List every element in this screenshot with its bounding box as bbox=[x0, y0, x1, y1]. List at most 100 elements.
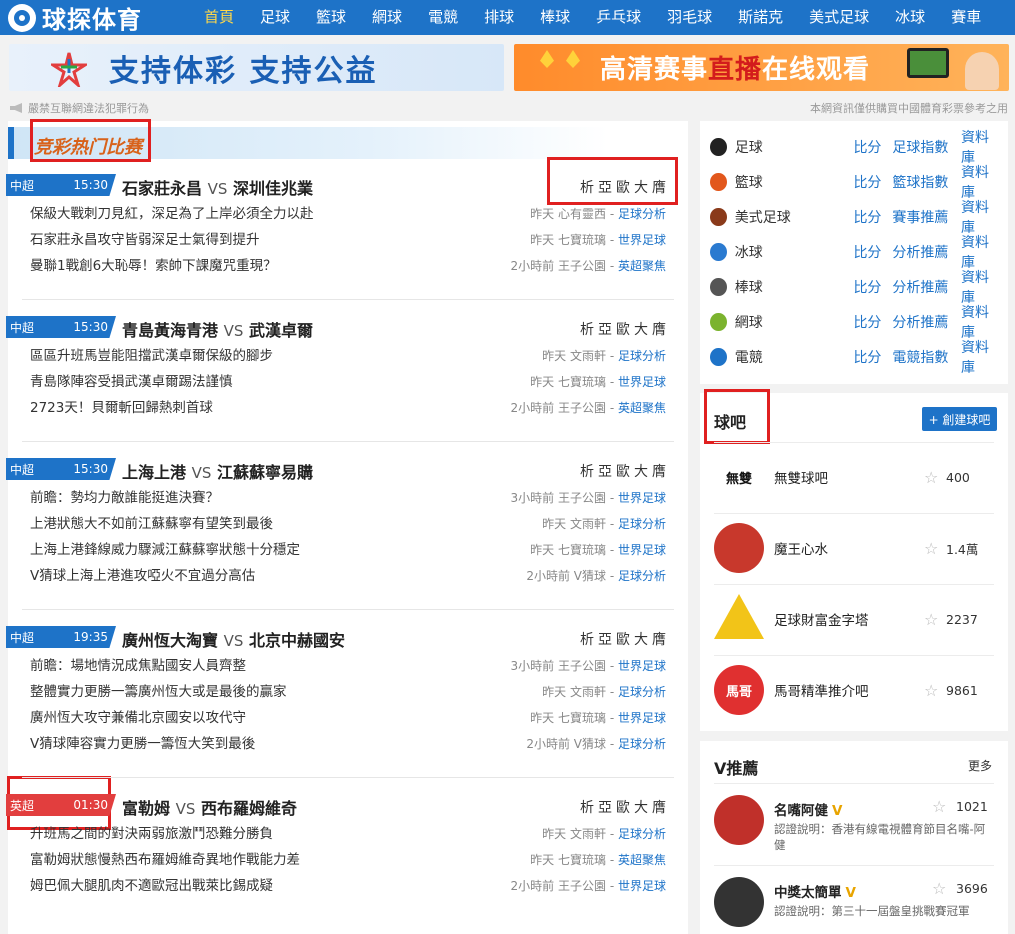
match-title[interactable]: 上海上港 VS 江蘇蘇寧易購 bbox=[122, 459, 313, 483]
ball-bar-name[interactable]: 足球財富金字塔 bbox=[774, 609, 924, 629]
match-link[interactable]: 亞 bbox=[598, 464, 612, 480]
nav-item[interactable]: 賽車 bbox=[937, 0, 993, 35]
star-icon[interactable]: ☆ bbox=[932, 797, 946, 816]
news-item[interactable]: 富勒姆狀態慢熱西布羅姆維奇異地作戰能力差 昨天 七寶琉璃 - 英超聚焦 bbox=[8, 847, 688, 873]
match-link[interactable]: 大 bbox=[634, 632, 648, 648]
match-title[interactable]: 青島黃海青港 VS 武漢卓爾 bbox=[122, 317, 313, 341]
database-link[interactable]: 資料庫 bbox=[961, 232, 1000, 272]
score-link[interactable]: 比分 bbox=[853, 347, 892, 367]
match-link[interactable]: 歐 bbox=[616, 322, 630, 338]
match-link[interactable]: 歐 bbox=[616, 800, 630, 816]
v-recommend-item[interactable]: 中獎太簡單 V ☆ 3696 認證說明：第三十一屆盤皇挑戰賽冠軍 bbox=[714, 867, 998, 934]
news-item[interactable]: 區區升班馬豈能阻擋武漢卓爾保級的腳步 昨天 文雨軒 - 足球分析 bbox=[8, 343, 688, 369]
sport-name[interactable]: 足球 bbox=[735, 137, 854, 157]
news-title[interactable]: 前瞻：勢均力敵誰能挺進決賽？ bbox=[30, 485, 219, 511]
nav-item[interactable]: 首頁 bbox=[190, 0, 246, 35]
news-category[interactable]: 足球分析 bbox=[618, 569, 666, 583]
sport-name[interactable]: 電競 bbox=[735, 347, 854, 367]
match-title[interactable]: 廣州恆大淘寶 VS 北京中赫國安 bbox=[122, 627, 345, 651]
index-link[interactable]: 分析推薦 bbox=[892, 312, 961, 332]
nav-item[interactable]: 冰球 bbox=[881, 0, 937, 35]
league-tag[interactable]: 中超 15:30 bbox=[6, 316, 116, 338]
match-link[interactable]: 析 bbox=[580, 464, 594, 480]
index-link[interactable]: 足球指數 bbox=[892, 137, 961, 157]
news-item[interactable]: 前瞻：勢均力敵誰能挺進決賽？ 3小時前 王子公園 - 世界足球 bbox=[8, 485, 688, 511]
news-category[interactable]: 世界足球 bbox=[618, 491, 666, 505]
nav-item[interactable]: 排球 bbox=[470, 0, 526, 35]
match-link[interactable]: 亞 bbox=[598, 632, 612, 648]
v-name[interactable]: 中獎太簡單 V bbox=[774, 881, 856, 901]
news-title[interactable]: 青島隊陣容受損武漢卓爾踢法謹慎 bbox=[30, 369, 233, 395]
ball-bar-item[interactable]: 魔王心水 ☆ 1.4萬 bbox=[714, 514, 998, 582]
ball-bar-name[interactable]: 馬哥精準推介吧 bbox=[774, 680, 924, 700]
nav-item[interactable]: 籃球 bbox=[302, 0, 358, 35]
news-title[interactable]: 廣州恆大攻守兼備北京國安以攻代守 bbox=[30, 705, 246, 731]
news-category[interactable]: 英超聚焦 bbox=[618, 853, 666, 867]
ball-bar-item[interactable]: 馬哥 馬哥精準推介吧 ☆ 9861 bbox=[714, 656, 998, 724]
ball-bar-item[interactable]: 足球財富金字塔 ☆ 2237 bbox=[714, 585, 998, 653]
nav-item[interactable]: 足球 bbox=[246, 0, 302, 35]
sport-name[interactable]: 美式足球 bbox=[735, 207, 854, 227]
banner-live[interactable]: 高清赛事直播在线观看 bbox=[514, 44, 1009, 91]
sport-name[interactable]: 網球 bbox=[735, 312, 854, 332]
ball-bar-name[interactable]: 魔王心水 bbox=[774, 538, 924, 558]
star-icon[interactable]: ☆ bbox=[924, 539, 946, 558]
ball-bar-name[interactable]: 無雙球吧 bbox=[774, 467, 924, 487]
database-link[interactable]: 資料庫 bbox=[961, 302, 1000, 342]
ball-bar-item[interactable]: 無雙 無雙球吧 ☆ 400 bbox=[714, 443, 998, 511]
nav-item[interactable]: 斯諾克 bbox=[724, 0, 795, 35]
score-link[interactable]: 比分 bbox=[853, 172, 892, 192]
news-item[interactable]: 保級大戰刺刀見紅，深足為了上岸必須全力以赴 昨天 心有靈西 - 足球分析 bbox=[8, 201, 688, 227]
news-item[interactable]: 上海上港鋒線威力驟減江蘇蘇寧狀態十分穩定 昨天 七寶琉璃 - 世界足球 bbox=[8, 537, 688, 563]
league-tag[interactable]: 中超 15:30 bbox=[6, 458, 116, 480]
match-link[interactable]: 亞 bbox=[598, 800, 612, 816]
news-title[interactable]: V猜球上海上港進攻啞火不宜過分高估 bbox=[30, 563, 255, 589]
news-category[interactable]: 世界足球 bbox=[618, 879, 666, 893]
match-link[interactable]: 大 bbox=[634, 464, 648, 480]
news-item[interactable]: 青島隊陣容受損武漢卓爾踢法謹慎 昨天 七寶琉璃 - 世界足球 bbox=[8, 369, 688, 395]
score-link[interactable]: 比分 bbox=[853, 137, 892, 157]
index-link[interactable]: 籃球指數 bbox=[892, 172, 961, 192]
news-item[interactable]: 石家莊永昌攻守皆弱深足士氣得到提升 昨天 七寶琉璃 - 世界足球 bbox=[8, 227, 688, 253]
index-link[interactable]: 賽事推薦 bbox=[892, 207, 961, 227]
match-link[interactable]: 大 bbox=[634, 180, 648, 196]
match-link[interactable]: 亞 bbox=[598, 180, 612, 196]
match-link[interactable]: 析 bbox=[580, 800, 594, 816]
nav-item[interactable]: 乒乓球 bbox=[582, 0, 653, 35]
news-category[interactable]: 英超聚焦 bbox=[618, 401, 666, 415]
match-link[interactable]: 析 bbox=[580, 180, 594, 196]
match-title[interactable]: 石家莊永昌 VS 深圳佳兆業 bbox=[122, 175, 313, 199]
news-category[interactable]: 世界足球 bbox=[618, 543, 666, 557]
match-link[interactable]: 歐 bbox=[616, 464, 630, 480]
match-link[interactable]: 膺 bbox=[652, 800, 666, 816]
news-item[interactable]: 升班馬之間的對決兩弱旅激鬥恐難分勝負 昨天 文雨軒 - 足球分析 bbox=[8, 821, 688, 847]
score-link[interactable]: 比分 bbox=[853, 207, 892, 227]
index-link[interactable]: 分析推薦 bbox=[892, 242, 961, 262]
news-title[interactable]: 整體實力更勝一籌廣州恆大或是最後的贏家 bbox=[30, 679, 287, 705]
match-link[interactable]: 大 bbox=[634, 800, 648, 816]
news-item[interactable]: 上港狀態大不如前江蘇蘇寧有望笑到最後 昨天 文雨軒 - 足球分析 bbox=[8, 511, 688, 537]
match-link[interactable]: 膺 bbox=[652, 632, 666, 648]
nav-item[interactable]: 電競 bbox=[414, 0, 470, 35]
news-title[interactable]: 2723天！貝爾斬回歸熱刺首球 bbox=[30, 395, 213, 421]
news-title[interactable]: V猜球陣容實力更勝一籌恆大笑到最後 bbox=[30, 731, 255, 757]
league-tag[interactable]: 英超 01:30 bbox=[6, 794, 116, 816]
match-link[interactable]: 析 bbox=[580, 322, 594, 338]
match-link[interactable]: 析 bbox=[580, 632, 594, 648]
news-item[interactable]: 2723天！貝爾斬回歸熱刺首球 2小時前 王子公園 - 英超聚焦 bbox=[8, 395, 688, 421]
star-icon[interactable]: ☆ bbox=[924, 681, 946, 700]
star-icon[interactable]: ☆ bbox=[932, 879, 946, 898]
league-tag[interactable]: 中超 15:30 bbox=[6, 174, 116, 196]
news-title[interactable]: 姆巴佩大腿肌肉不適歐冠出戰萊比錫成疑 bbox=[30, 873, 273, 899]
score-link[interactable]: 比分 bbox=[853, 312, 892, 332]
score-link[interactable]: 比分 bbox=[853, 277, 892, 297]
sport-name[interactable]: 冰球 bbox=[735, 242, 854, 262]
database-link[interactable]: 資料庫 bbox=[961, 267, 1000, 307]
news-item[interactable]: V猜球上海上港進攻啞火不宜過分高估 2小時前 V猜球 - 足球分析 bbox=[8, 563, 688, 589]
news-title[interactable]: 上海上港鋒線威力驟減江蘇蘇寧狀態十分穩定 bbox=[30, 537, 300, 563]
database-link[interactable]: 資料庫 bbox=[961, 127, 1000, 167]
news-item[interactable]: V猜球陣容實力更勝一籌恆大笑到最後 2小時前 V猜球 - 足球分析 bbox=[8, 731, 688, 757]
news-item[interactable]: 廣州恆大攻守兼備北京國安以攻代守 昨天 七寶琉璃 - 世界足球 bbox=[8, 705, 688, 731]
news-item[interactable]: 前瞻：場地情況成焦點國安人員齊整 3小時前 王子公園 - 世界足球 bbox=[8, 653, 688, 679]
match-title[interactable]: 富勒姆 VS 西布羅姆維奇 bbox=[122, 795, 297, 819]
